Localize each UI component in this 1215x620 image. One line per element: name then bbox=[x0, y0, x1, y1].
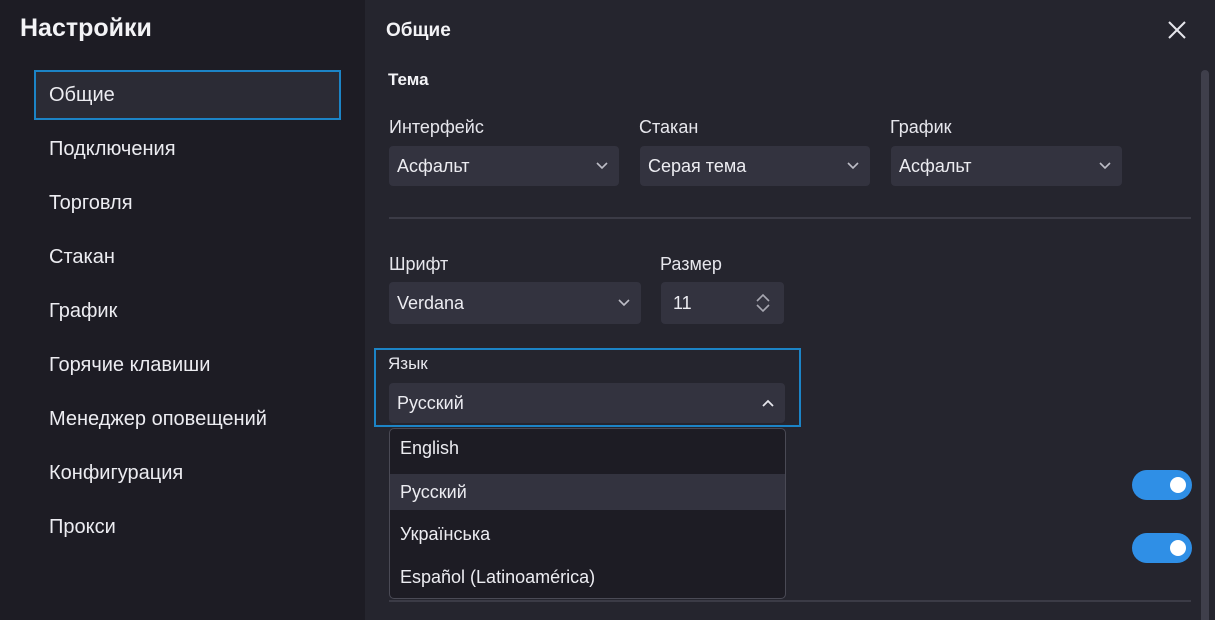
chevron-down-icon bbox=[596, 162, 608, 170]
language-option-russian[interactable]: Русский bbox=[390, 474, 785, 510]
language-select[interactable]: Русский bbox=[389, 383, 785, 423]
chevron-down-icon bbox=[1099, 162, 1111, 170]
settings-title: Настройки bbox=[20, 14, 152, 42]
size-label: Размер bbox=[660, 254, 722, 274]
language-option-spanish[interactable]: Español (Latinoamérica) bbox=[390, 559, 785, 595]
scrollbar-thumb[interactable] bbox=[1201, 70, 1209, 620]
sidebar-item-alerts-manager[interactable]: Менеджер оповещений bbox=[34, 394, 341, 444]
sidebar-item-hotkeys[interactable]: Горячие клавиши bbox=[34, 340, 341, 390]
orderbook-label: Стакан bbox=[639, 117, 699, 137]
divider bbox=[389, 217, 1191, 219]
sidebar-item-configuration[interactable]: Конфигурация bbox=[34, 448, 341, 498]
interface-theme-value: Асфальт bbox=[397, 156, 470, 176]
stepper-arrows-icon[interactable] bbox=[754, 292, 772, 314]
font-size-value: 11 bbox=[673, 293, 692, 313]
orderbook-theme-value: Серая тема bbox=[648, 156, 747, 176]
sidebar-item-proxy[interactable]: Прокси bbox=[34, 502, 341, 552]
sidebar-item-general[interactable]: Общие bbox=[34, 70, 341, 120]
close-icon[interactable] bbox=[1165, 18, 1189, 42]
theme-section-title: Тема bbox=[388, 70, 429, 89]
language-option-english[interactable]: English bbox=[390, 430, 785, 466]
chevron-down-icon bbox=[618, 299, 630, 307]
toggle-switch-2[interactable] bbox=[1132, 533, 1192, 563]
sidebar-item-connections[interactable]: Подключения bbox=[34, 124, 341, 174]
scrollbar[interactable] bbox=[1201, 62, 1209, 620]
chart-theme-value: Асфальт bbox=[899, 156, 972, 176]
chevron-down-icon bbox=[847, 162, 859, 170]
language-label: Язык bbox=[388, 354, 428, 373]
chart-theme-select[interactable]: Асфальт bbox=[891, 146, 1122, 186]
page-title: Общие bbox=[386, 20, 451, 41]
toggle-switch-1[interactable] bbox=[1132, 470, 1192, 500]
sidebar-item-trading[interactable]: Торговля bbox=[34, 178, 341, 228]
font-label: Шрифт bbox=[389, 254, 449, 274]
language-value: Русский bbox=[397, 393, 464, 413]
sidebar-item-orderbook[interactable]: Стакан bbox=[34, 232, 341, 282]
font-family-select[interactable]: Verdana bbox=[389, 282, 641, 324]
language-dropdown: English Русский Українська Español (Lati… bbox=[389, 428, 786, 599]
orderbook-theme-select[interactable]: Серая тема bbox=[640, 146, 870, 186]
language-option-ukrainian[interactable]: Українська bbox=[390, 516, 785, 552]
sidebar: Настройки Общие Подключения Торговля Ста… bbox=[0, 0, 365, 620]
divider bbox=[389, 600, 1191, 602]
sidebar-item-chart[interactable]: График bbox=[34, 286, 341, 336]
font-size-stepper[interactable]: 11 bbox=[661, 282, 784, 324]
toggle-knob bbox=[1170, 540, 1186, 556]
chevron-up-icon bbox=[762, 399, 774, 407]
main-panel: Общие Тема Интерфейс Асфальт Стакан Сера… bbox=[365, 0, 1215, 620]
font-family-value: Verdana bbox=[397, 293, 465, 313]
chart-label: График bbox=[890, 117, 952, 137]
toggle-knob bbox=[1170, 477, 1186, 493]
interface-theme-select[interactable]: Асфальт bbox=[389, 146, 619, 186]
interface-label: Интерфейс bbox=[389, 117, 484, 137]
